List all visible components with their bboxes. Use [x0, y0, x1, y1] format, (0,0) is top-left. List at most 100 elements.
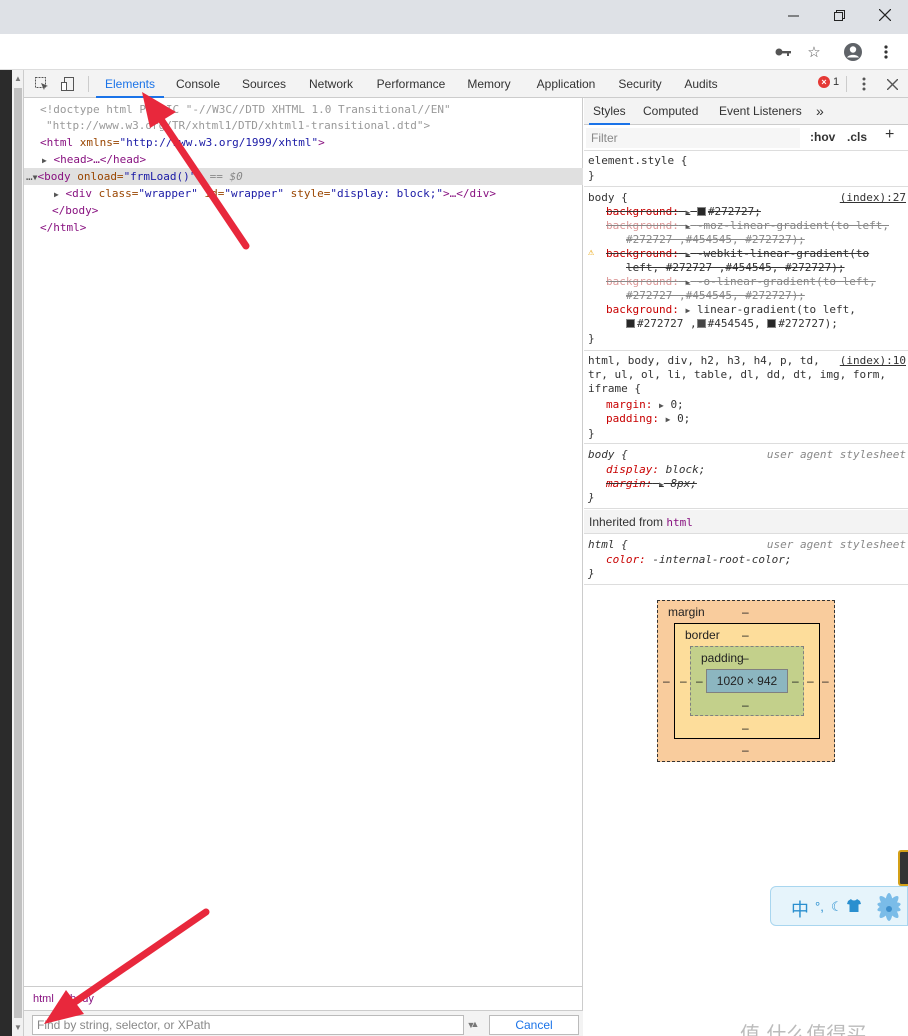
tab-elements[interactable]: Elements [96, 70, 164, 98]
display-declaration[interactable]: display: block; [606, 463, 705, 477]
key-icon[interactable] [772, 41, 794, 63]
div-wrapper-node[interactable]: ▶ <div class="wrapper" id="wrapper" styl… [24, 185, 583, 202]
border-right-value[interactable]: – [807, 674, 814, 688]
rule-source-link[interactable]: (index):10 [840, 354, 906, 367]
filter-input[interactable] [586, 128, 800, 148]
box-model-padding[interactable]: padding – – – – 1020 × 942 [690, 646, 804, 716]
more-vert-icon[interactable] [875, 41, 897, 63]
page-scrollbar[interactable]: ▲ ▼ [12, 70, 24, 1036]
margin-declaration[interactable]: margin: ▶ 0; [606, 398, 684, 412]
moon-icon[interactable]: ☾ [831, 899, 843, 915]
tab-audits[interactable]: Audits [680, 70, 722, 98]
restore-icon[interactable] [816, 0, 862, 30]
padding-bottom-value[interactable]: – [742, 698, 749, 712]
scroll-down-icon[interactable]: ▼ [14, 1023, 22, 1032]
body-close-node[interactable]: </body> [24, 202, 583, 219]
margin-right-value[interactable]: – [822, 674, 829, 688]
expand-triangle-icon[interactable]: ▶ [54, 190, 59, 199]
tab-computed[interactable]: Computed [643, 98, 698, 125]
margin-declaration-overridden[interactable]: margin: ▶ 8px; [606, 477, 697, 491]
tab-sources[interactable]: Sources [234, 70, 294, 98]
cancel-button[interactable]: Cancel [489, 1015, 579, 1035]
expand-triangle-icon[interactable]: ▶ [685, 222, 690, 231]
color-swatch[interactable] [696, 319, 706, 328]
breadcrumb-html[interactable]: html [27, 991, 60, 1007]
close-devtools-icon[interactable] [882, 74, 902, 94]
expand-triangle-icon[interactable]: ▶ [685, 250, 690, 259]
new-rule-button[interactable]: + [885, 126, 894, 144]
close-icon[interactable] [862, 0, 908, 30]
search-input[interactable] [32, 1015, 464, 1035]
devtools-menu-icon[interactable] [854, 74, 874, 94]
border-top-value[interactable]: – [742, 628, 749, 642]
reset-style-rule[interactable]: html, body, div, h2, h3, h4, p, td, (ind… [584, 352, 908, 444]
doctype-line-2[interactable]: "http://www.w3.org/TR/xhtml1/DTD/xhtml1-… [24, 117, 583, 134]
body-style-rule[interactable]: body { (index):27 background: ▶ #272727;… [584, 188, 908, 351]
inspect-element-icon[interactable] [32, 74, 52, 94]
tab-event-listeners[interactable]: Event Listeners [719, 98, 802, 125]
tab-performance[interactable]: Performance [370, 70, 452, 98]
bg-declaration-4[interactable]: background: ▶ -o-linear-gradient(to left… [606, 275, 876, 289]
tab-styles[interactable]: Styles [589, 98, 630, 125]
margin-left-value[interactable]: – [663, 674, 670, 688]
inherited-tag-link[interactable]: html [666, 516, 693, 529]
tab-application[interactable]: Application [528, 70, 604, 98]
margin-top-value[interactable]: – [742, 605, 749, 619]
bg-declaration-5[interactable]: background: ▶ linear-gradient(to left, [606, 303, 856, 317]
tab-security[interactable]: Security [614, 70, 666, 98]
box-model-border[interactable]: border – – – – padding – – – – 1020 × 94… [674, 623, 820, 739]
shirt-icon[interactable] [847, 899, 861, 915]
ua-body-rule[interactable]: body { user agent stylesheet display: bl… [584, 445, 908, 509]
hov-button[interactable]: :hov [810, 130, 835, 144]
box-model-margin[interactable]: margin – – – – border – – – – padding – … [657, 600, 835, 762]
star-icon[interactable]: ☆ [803, 41, 825, 63]
ellipsis-icon[interactable]: … [26, 170, 33, 183]
box-model-content[interactable]: 1020 × 942 [706, 669, 788, 693]
margin-bottom-value[interactable]: – [742, 743, 749, 757]
breadcrumb-body[interactable]: body [64, 991, 100, 1007]
side-widget-handle[interactable] [898, 850, 908, 886]
tab-console[interactable]: Console [169, 70, 227, 98]
scrollbar-thumb[interactable] [14, 88, 22, 1018]
search-next-icon[interactable]: ▼ [462, 1016, 480, 1034]
html-close-node[interactable]: </html> [24, 219, 583, 236]
bg-declaration-2[interactable]: background: ▶ -moz-linear-gradient(to le… [606, 219, 889, 233]
padding-top-value[interactable]: – [742, 651, 749, 665]
head-node[interactable]: ▶ <head>…</head> [24, 151, 583, 168]
punctuation-icon[interactable]: °, [815, 899, 824, 914]
expand-triangle-icon[interactable]: ▶ [659, 401, 664, 410]
chinese-mode-icon[interactable]: 中 [791, 896, 809, 922]
tab-memory[interactable]: Memory [461, 70, 517, 98]
more-tabs-icon[interactable]: » [816, 98, 824, 125]
color-swatch[interactable] [626, 319, 635, 328]
border-bottom-value[interactable]: – [742, 721, 749, 735]
border-left-value[interactable]: – [680, 674, 687, 688]
expand-triangle-icon[interactable]: ▶ [685, 306, 690, 315]
expand-triangle-icon[interactable]: ▶ [685, 278, 690, 287]
account-icon[interactable] [842, 41, 864, 63]
padding-left-value[interactable]: – [696, 674, 703, 688]
color-swatch[interactable] [767, 319, 777, 328]
padding-declaration[interactable]: padding: ▶ 0; [606, 412, 690, 426]
color-swatch[interactable] [696, 207, 706, 216]
cls-button[interactable]: .cls [847, 130, 867, 144]
expand-triangle-icon[interactable]: ▶ [42, 156, 47, 165]
html-node[interactable]: <html xmlns="http://www.w3.org/1999/xhtm… [24, 134, 583, 151]
bg-declaration-1[interactable]: background: ▶ #272727; [606, 205, 761, 219]
elements-tree[interactable]: <!doctype html PUBLIC "-//W3C//DTD XHTML… [24, 98, 583, 986]
padding-right-value[interactable]: – [792, 674, 799, 688]
bg-declaration-3[interactable]: background: ▶ -webkit-linear-gradient(to [606, 247, 869, 261]
tab-network[interactable]: Network [301, 70, 361, 98]
body-node-selected[interactable]: …▼<body onload="frmLoad()"> == $0 [24, 168, 583, 185]
color-declaration[interactable]: color: -internal-root-color; [606, 553, 791, 567]
expand-triangle-icon[interactable]: ▶ [659, 480, 664, 489]
ua-html-rule[interactable]: html { user agent stylesheet color: -int… [584, 535, 908, 585]
doctype-line[interactable]: <!doctype html PUBLIC "-//W3C//DTD XHTML… [24, 101, 583, 118]
minimize-icon[interactable] [770, 0, 816, 30]
expand-triangle-icon[interactable]: ▶ [685, 208, 690, 217]
element-style-rule[interactable]: element.style { } [584, 151, 908, 187]
device-toolbar-icon[interactable] [58, 74, 78, 94]
expand-triangle-icon[interactable]: ▶ [666, 415, 671, 424]
rule-source-link[interactable]: (index):27 [840, 191, 906, 204]
scroll-up-icon[interactable]: ▲ [14, 74, 22, 83]
